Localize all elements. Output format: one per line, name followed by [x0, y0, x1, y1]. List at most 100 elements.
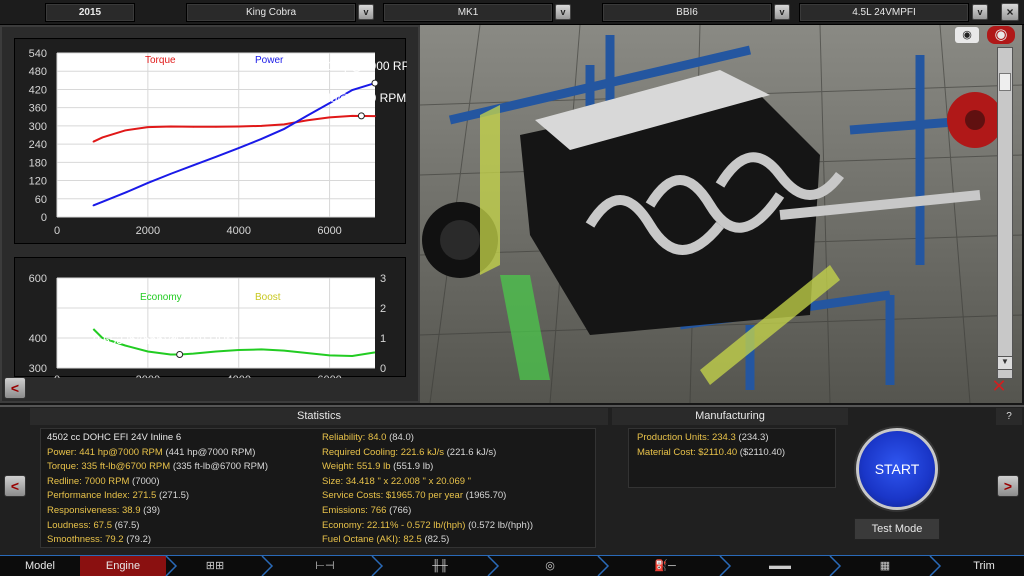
stat-row: Required Cooling: 221.6 kJ/s (221.6 kJ/s… [322, 447, 496, 458]
data-point [101, 201, 104, 203]
data-point [92, 140, 95, 143]
stat-val: 67.5 [93, 519, 112, 531]
camera-icon[interactable]: ◉ [955, 27, 979, 43]
zoom-scrollbar[interactable] [997, 47, 1013, 379]
y-tick-label: 300 [29, 363, 47, 375]
gizmo-toggle-icon[interactable]: ✕ [985, 375, 1013, 397]
y-tick-label: 540 [29, 48, 47, 60]
stat-paren: (7000) [129, 475, 160, 487]
x-tick-label: 4000 [226, 374, 250, 378]
close-button[interactable]: × [1001, 3, 1019, 21]
stat-key: Required Cooling: [322, 446, 401, 458]
manufacturing-title: Manufacturing [612, 408, 848, 425]
nav-bar: Model Engine ⊞⊞ ⊢⊣ ╫╫ ◎ ⛽─ ▬▬ ▦ Trim [0, 555, 1024, 576]
stat-paren: (221.6 kJ/s) [444, 446, 497, 458]
engine-family-select[interactable]: BBI6 [602, 3, 772, 22]
data-point [306, 115, 308, 117]
stat-key: Service Costs: [322, 490, 386, 502]
stat-val: 271.5 [132, 490, 157, 502]
stat-key: Production Units: [637, 432, 712, 443]
stat-paren: (1965.70) [463, 490, 507, 502]
stat-paren: (271.5) [156, 490, 190, 502]
stat-val: 441 hp@7000 RPM [79, 446, 163, 458]
data-point [192, 164, 195, 167]
stat-row: 4502 cc DOHC EFI 24V Inline 6 [47, 432, 181, 443]
y-tick-label: 60 [35, 194, 47, 206]
stat-paren: (0.572 lb/(hph)) [465, 519, 534, 531]
test-mode-button[interactable]: Test Mode [854, 518, 940, 540]
data-point [215, 156, 217, 158]
engine-variant-select[interactable]: 4.5L 24VMPFI [799, 3, 969, 22]
y2-tick-label: 1 [380, 333, 386, 345]
stat-row: Weight: 551.9 lb (551.9 lb) [322, 461, 433, 472]
stat-val: 766 [370, 505, 387, 516]
engine-family-dropdown-icon[interactable]: v [774, 4, 790, 20]
stat-key: Weight: [322, 461, 357, 473]
data-point [237, 147, 240, 149]
model-name-select[interactable]: King Cobra [186, 3, 356, 22]
stat-key: Reliability: [322, 432, 368, 443]
economy-annotation: 0.553 lb/(hph)@2700 RPM [93, 333, 236, 347]
stat-val: 7000 RPM [84, 475, 130, 487]
plot-area [57, 53, 375, 217]
peak-power-marker [371, 79, 379, 87]
stat-paren: (79.2) [123, 534, 152, 546]
stat-val: $1965.70 per year [385, 490, 464, 502]
x-tick-label: 4000 [226, 225, 250, 237]
stat-val: 221.6 kJ/s [400, 446, 444, 458]
y2-tick-label: 0 [380, 363, 386, 375]
stat-key: Size: [322, 475, 346, 487]
stat-row: Loudness: 67.5 (67.5) [47, 520, 139, 531]
stat-val: 82.5 [403, 534, 422, 546]
data-point [92, 204, 95, 207]
data-point [283, 128, 285, 130]
eye-icon[interactable]: ◉ [987, 26, 1015, 44]
data-point [260, 138, 263, 140]
y-tick-label: 180 [29, 157, 47, 169]
stat-row: Smoothness: 79.2 (79.2) [47, 534, 151, 545]
power-legend-label: Power [255, 55, 284, 66]
stat-val: 335 ft-lb@6700 RPM [81, 461, 171, 473]
prev-arrow-button[interactable]: < [4, 475, 26, 497]
engine-viewport[interactable]: ◉ ◉ ▼ ✕ [420, 25, 1022, 403]
stat-row: Production Units: 234.3 (234.3) [637, 432, 769, 443]
nav-dividers [165, 556, 942, 576]
start-button[interactable]: START [856, 428, 938, 510]
y-tick-label: 120 [29, 176, 47, 188]
y2-tick-label: 2 [380, 303, 386, 315]
stat-paren: (766) [386, 505, 412, 516]
data-point [351, 115, 354, 117]
stat-row: Torque: 335 ft-lb@6700 RPM (335 ft-lb@67… [47, 461, 268, 472]
zoom-scrollbar-thumb[interactable] [999, 73, 1011, 91]
stat-paren: (234.3) [735, 432, 769, 443]
y-tick-label: 420 [29, 84, 47, 96]
engine-render [420, 25, 1022, 403]
scroll-down-icon[interactable]: ▼ [997, 356, 1013, 370]
x-tick-label: 2000 [136, 374, 160, 378]
model-trim-dropdown-icon[interactable]: v [555, 4, 571, 20]
model-name-dropdown-icon[interactable]: v [358, 4, 374, 20]
top-bar: 2015 King Cobra v MK1 v BBI6 v 4.5L 24VM… [0, 0, 1024, 25]
stat-key: Material Cost: [637, 446, 699, 458]
stat-paren: (551.9 lb) [390, 461, 434, 473]
stat-paren: (441 hp@7000 RPM) [162, 446, 256, 458]
model-trim-select[interactable]: MK1 [383, 3, 553, 22]
stat-row: Fuel Octane (AKI): 82.5 (82.5) [322, 534, 449, 545]
stat-val: 22.11% - 0.572 lb/(hph) [366, 519, 466, 531]
stat-row: Emissions: 766 (766) [322, 505, 411, 516]
stat-key: Torque: [47, 461, 82, 473]
stat-key: Economy: [322, 519, 367, 531]
year-field[interactable]: 2015 [45, 3, 135, 22]
y-tick-label: 360 [29, 103, 47, 115]
engine-variant-dropdown-icon[interactable]: v [972, 4, 988, 20]
peak-torque-marker [357, 112, 365, 120]
stat-val: 551.9 lb [356, 461, 391, 473]
next-arrow-button[interactable]: > [997, 475, 1019, 497]
data-point [192, 126, 195, 128]
help-button[interactable]: ? [996, 408, 1022, 425]
charts-back-button[interactable]: < [4, 377, 26, 399]
economy-chart: 600 400 300 3 2 1 0 0 2000 4000 6000 Economy Boost 0.… [14, 257, 406, 378]
y-tick-label: 300 [29, 121, 47, 133]
stat-row: Material Cost: $2110.40 ($2110.40) [637, 447, 785, 458]
stat-key: 4502 cc DOHC EFI 24V Inline 6 [47, 432, 182, 443]
